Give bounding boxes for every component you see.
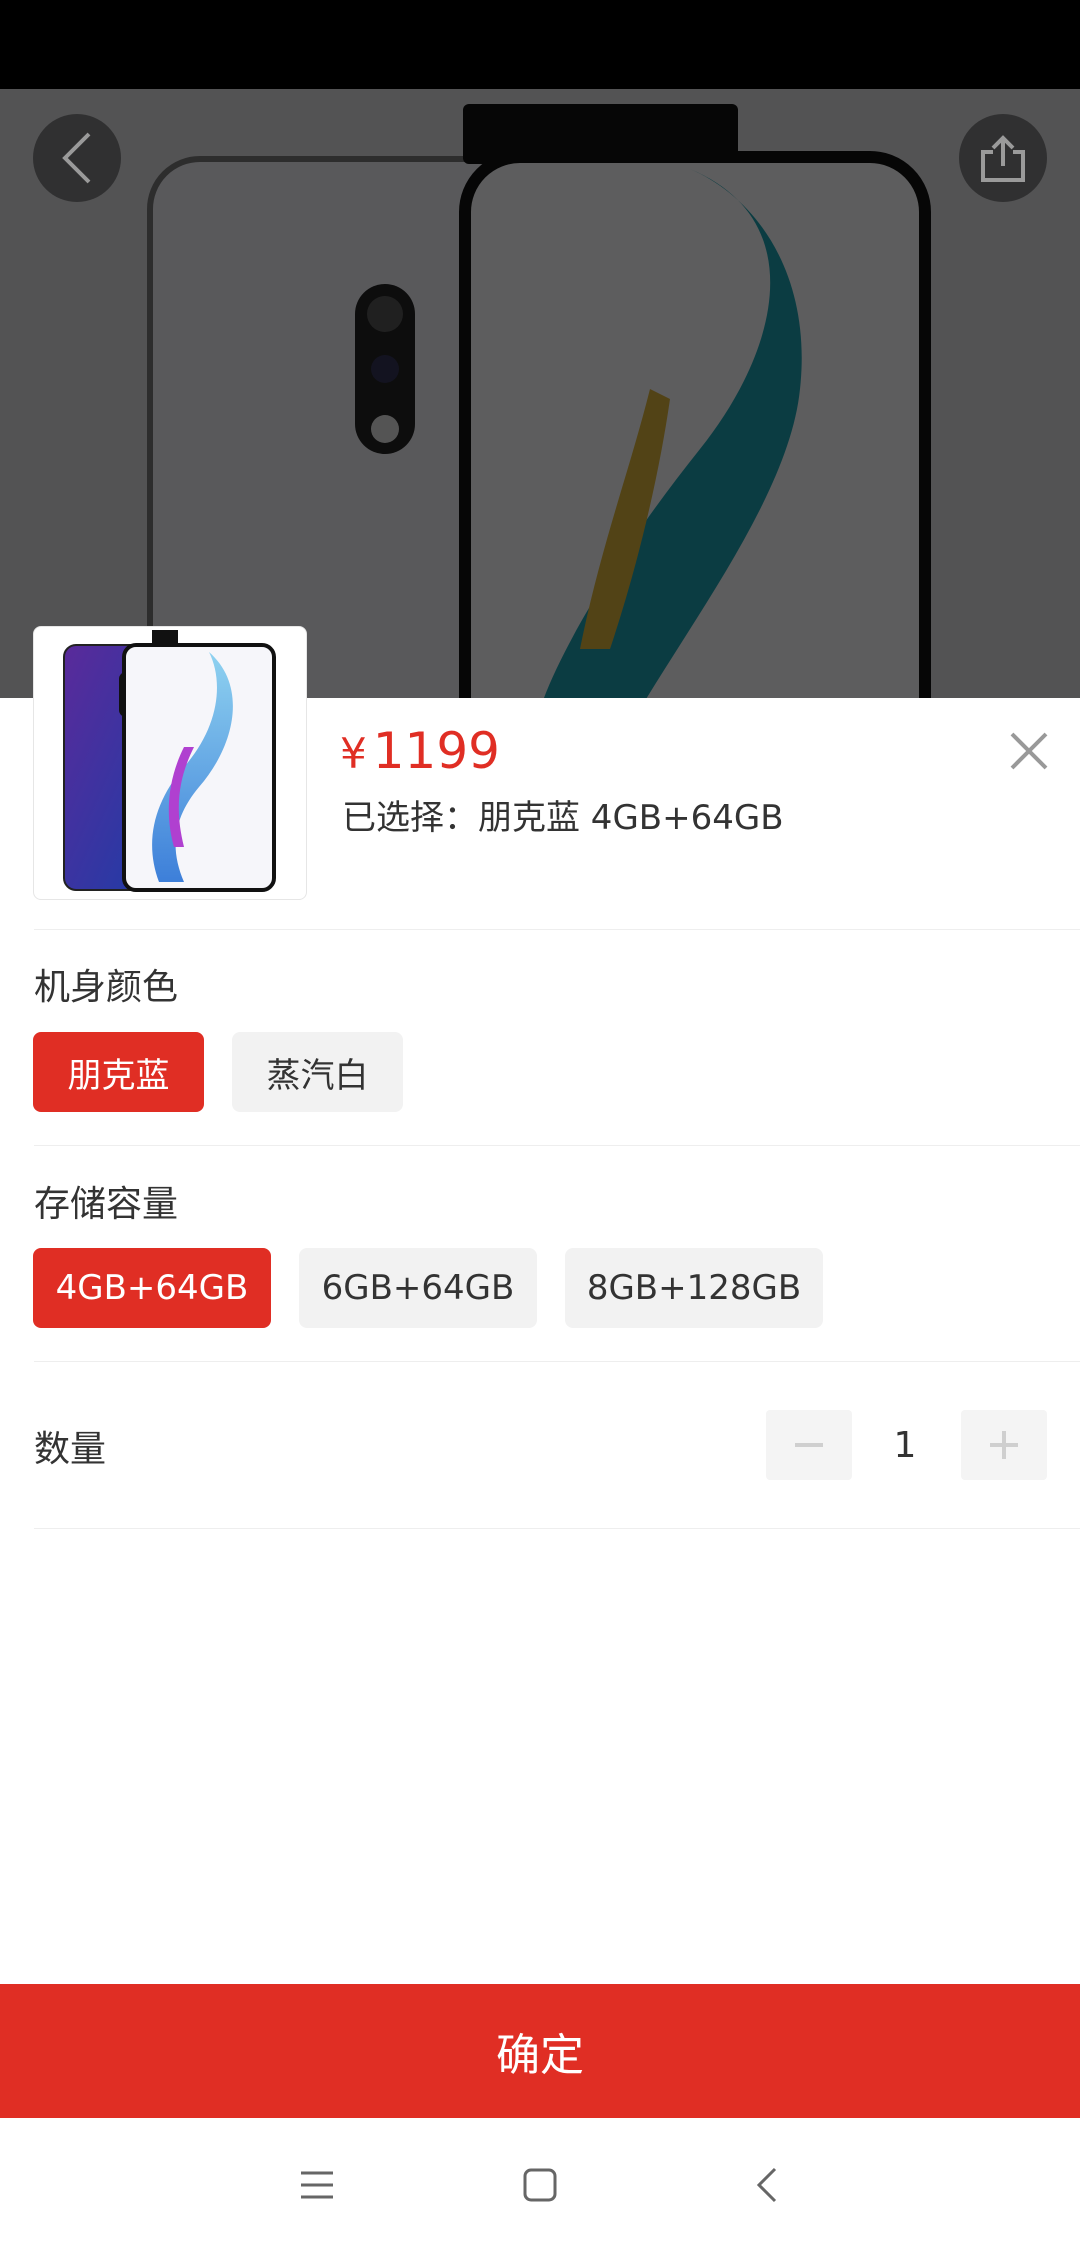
dim-overlay	[0, 89, 1080, 699]
currency-symbol: ¥	[340, 729, 367, 778]
quantity-increase-button[interactable]	[961, 1410, 1047, 1480]
home-button[interactable]	[515, 2160, 565, 2210]
product-thumbnail	[33, 626, 307, 900]
close-icon	[1010, 732, 1048, 770]
divider	[34, 1361, 1080, 1362]
menu-button[interactable]	[292, 2160, 342, 2210]
storage-option-6-64[interactable]: 6GB+64GB	[299, 1248, 537, 1328]
chevron-left-icon	[62, 132, 91, 184]
selected-summary: 已选择：朋克蓝 4GB+64GB	[342, 798, 784, 838]
back-icon	[756, 2167, 777, 2203]
nav-back-button[interactable]	[742, 2160, 792, 2210]
share-button[interactable]	[959, 114, 1047, 202]
divider	[34, 929, 1080, 930]
storage-option-8-128[interactable]: 8GB+128GB	[565, 1248, 823, 1328]
storage-option-4-64[interactable]: 4GB+64GB	[33, 1248, 271, 1328]
minus-icon	[795, 1443, 823, 1447]
divider	[34, 1528, 1080, 1529]
back-button[interactable]	[33, 114, 121, 202]
storage-section-title: 存储容量	[34, 1184, 179, 1225]
menu-icon	[301, 2171, 333, 2199]
home-icon	[523, 2168, 557, 2202]
product-hero-image	[0, 89, 1080, 699]
quantity-value[interactable]: 1	[860, 1410, 950, 1480]
status-bar	[0, 0, 1080, 89]
price: ¥ 1199	[340, 722, 500, 780]
color-option-steam-white[interactable]: 蒸汽白	[232, 1032, 403, 1112]
price-value: 1199	[372, 722, 500, 780]
divider	[34, 1145, 1080, 1146]
product-thumbnail-image	[63, 630, 276, 892]
color-option-punk-blue[interactable]: 朋克蓝	[33, 1032, 204, 1112]
quantity-label: 数量	[34, 1429, 107, 1470]
share-icon	[981, 135, 1025, 182]
confirm-button[interactable]: 确定	[0, 1984, 1080, 2118]
color-section-title: 机身颜色	[34, 967, 179, 1008]
close-button[interactable]	[1004, 726, 1054, 776]
quantity-decrease-button[interactable]	[766, 1410, 852, 1480]
plus-icon	[990, 1431, 1018, 1459]
